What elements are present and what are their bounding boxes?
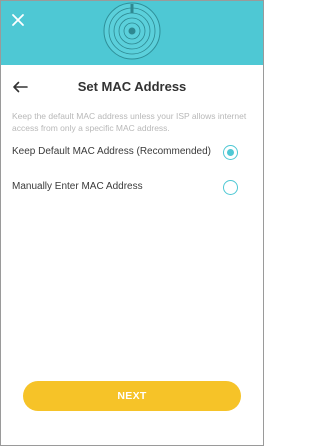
radio-button-unchecked[interactable] bbox=[223, 180, 238, 195]
close-button[interactable] bbox=[6, 8, 30, 32]
screen-frame bbox=[0, 0, 264, 446]
option-keep-default-mac[interactable]: Keep Default MAC Address (Recommended) bbox=[0, 140, 264, 166]
radio-button-checked[interactable] bbox=[223, 145, 238, 160]
router-illustration bbox=[103, 2, 161, 60]
next-button[interactable]: NEXT bbox=[23, 381, 241, 411]
page-header: Set MAC Address bbox=[0, 72, 264, 102]
option-label: Manually Enter MAC Address bbox=[12, 181, 143, 192]
close-icon bbox=[12, 14, 24, 26]
page-title: Set MAC Address bbox=[77, 79, 187, 94]
description-text: Keep the default MAC address unless your… bbox=[12, 111, 247, 133]
option-manual-mac[interactable]: Manually Enter MAC Address bbox=[0, 175, 264, 201]
option-label: Keep Default MAC Address (Recommended) bbox=[12, 146, 211, 157]
